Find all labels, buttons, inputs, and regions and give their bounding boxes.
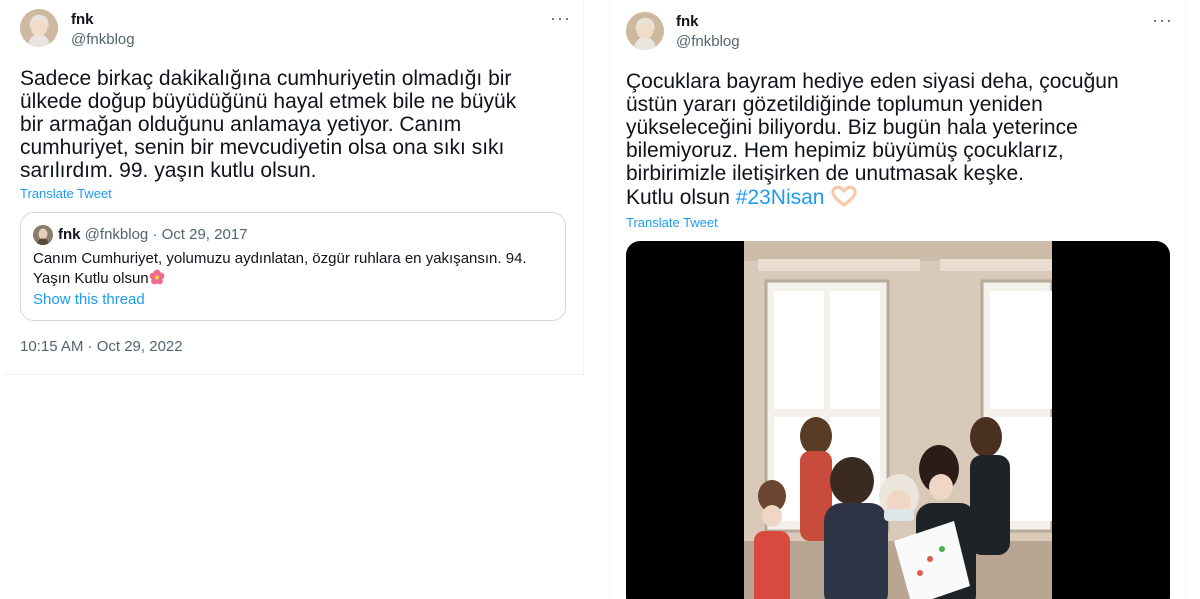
tweet-text-line: cumhuriyet, senin bir mevcudiyetin olsa … xyxy=(20,136,505,159)
tweet-card-right[interactable]: fnk @fnkblog ··· Çocuklara bayram hediye… xyxy=(609,0,1186,599)
quoted-date: Oct 29, 2017 xyxy=(161,226,248,243)
author-name[interactable]: fnk xyxy=(676,13,699,30)
author-avatar[interactable] xyxy=(626,12,664,50)
author-name[interactable]: fnk xyxy=(71,11,94,28)
show-thread-link[interactable]: Show this thread xyxy=(33,291,145,308)
quoted-meta: fnk @fnkblog · Oct 29, 2017 xyxy=(58,226,248,243)
tweet-text-prefix: Kutlu olsun xyxy=(626,186,736,209)
avatar-photo-icon xyxy=(626,12,664,50)
tweet-text-line: ülkede doğup büyüdüğünü hayal etmek bile… xyxy=(20,90,517,113)
quoted-text-line: Yaşın Kutlu olsun xyxy=(33,270,149,287)
tweet-text-line: bilemiyoruz. Hem hepimiz büyümüş çocukla… xyxy=(626,139,1064,162)
tweet-card-left[interactable]: fnk @fnkblog ··· Sadece birkaç dakikalığ… xyxy=(4,0,584,375)
tweet-text-line: Kutlu olsun #23Nisan xyxy=(626,185,1119,209)
author-handle[interactable]: @fnkblog xyxy=(676,33,740,50)
video-player[interactable] xyxy=(626,241,1170,599)
hibiscus-flower-icon xyxy=(149,269,165,285)
author-handle[interactable]: @fnkblog xyxy=(71,31,135,48)
quoted-separator: · xyxy=(152,226,158,243)
tweet-timestamp[interactable]: 10:15 AM · Oct 29, 2022 xyxy=(20,338,183,355)
more-horizontal-icon[interactable]: ··· xyxy=(550,9,570,34)
translate-tweet-link[interactable]: Translate Tweet xyxy=(626,215,718,230)
tweet-text: Sadece birkaç dakikalığına cumhuriyetin … xyxy=(20,67,516,182)
tweet-text-line: birbirimizle iletişirken de unutmasak ke… xyxy=(626,162,1024,185)
tweet-text-line: yükseleceğini biliyordu. Biz bugün hala … xyxy=(626,116,1078,139)
author-avatar[interactable] xyxy=(20,9,58,47)
hashtag-link[interactable]: #23Nisan xyxy=(736,186,825,209)
avatar-photo-icon xyxy=(33,225,53,245)
quoted-tweet[interactable]: fnk @fnkblog · Oct 29, 2017 Canım Cumhur… xyxy=(20,212,566,321)
quoted-author-handle: @fnkblog xyxy=(84,226,149,243)
heart-hands-icon xyxy=(831,185,858,207)
quoted-author-name: fnk xyxy=(58,226,81,243)
more-horizontal-icon[interactable]: ··· xyxy=(1152,11,1172,36)
tweet-text-line: Sadece birkaç dakikalığına cumhuriyetin … xyxy=(20,67,512,90)
tweet-text-line: sarılırdım. 99. yaşın kutlu olsun. xyxy=(20,159,317,182)
tweet-text-line: üstün yararı gözetildiğinde toplumun yen… xyxy=(626,93,1043,116)
translate-tweet-link[interactable]: Translate Tweet xyxy=(20,186,112,201)
quoted-text: Canım Cumhuriyet, yolumuzu aydınlatan, ö… xyxy=(33,249,553,289)
tweet-text-line: Çocuklara bayram hediye eden siyasi deha… xyxy=(626,70,1119,93)
quoted-author-avatar xyxy=(33,225,53,245)
avatar-photo-icon xyxy=(20,9,58,47)
video-thumbnail xyxy=(744,241,1052,599)
tweet-text: Çocuklara bayram hediye eden siyasi deha… xyxy=(626,70,1119,209)
tweet-text-line: bir armağan olduğunu anlamaya yetiyor. C… xyxy=(20,113,462,136)
quoted-text-line: Canım Cumhuriyet, yolumuzu aydınlatan, ö… xyxy=(33,250,527,267)
